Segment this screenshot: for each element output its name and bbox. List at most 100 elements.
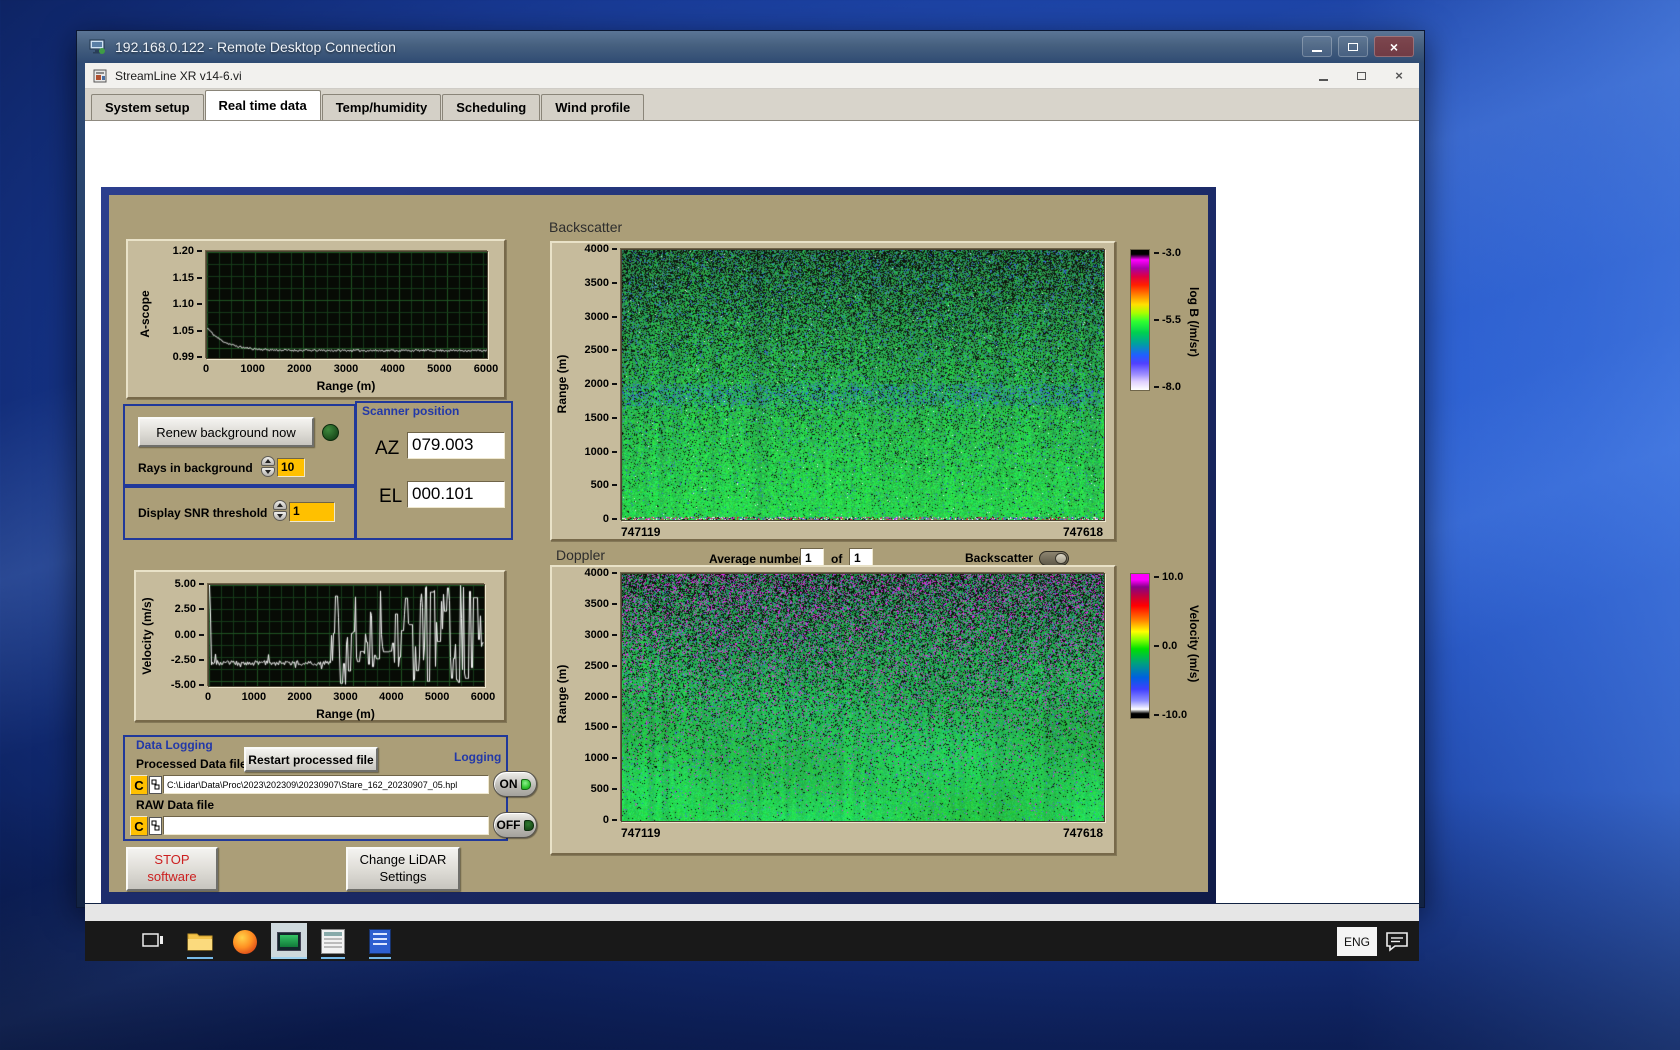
raw-data-file-label: RAW Data file <box>136 798 215 812</box>
snr-value-field[interactable]: 1 <box>289 502 335 522</box>
app-icon <box>93 69 107 82</box>
velocity-plot-canvas <box>209 585 484 686</box>
processed-data-file-label: Processed Data file <box>136 757 247 771</box>
ascope-xticks: 0 1000 2000 3000 4000 5000 6000 <box>202 363 499 375</box>
spinner-up-icon <box>277 503 283 507</box>
file-explorer-open-indicator <box>187 957 213 959</box>
app-titlebar[interactable]: StreamLine XR v14-6.vi × <box>85 63 1419 89</box>
backscatter-toggle-label: Backscatter <box>965 551 1034 565</box>
rays-spinner[interactable] <box>261 456 275 478</box>
ascope-plot-canvas <box>207 252 487 358</box>
backscatter-colorbar <box>1130 249 1150 391</box>
change-line2: Settings <box>379 869 427 884</box>
el-value-field: 000.101 <box>407 481 505 508</box>
raw-browse-icon[interactable] <box>149 817 162 835</box>
blue-app-icon[interactable] <box>369 929 391 954</box>
rdp-close-button[interactable]: × <box>1374 36 1414 57</box>
firefox-icon[interactable] <box>233 930 257 954</box>
taskbar: ENG <box>85 921 1419 961</box>
velocity-ylabel: Velocity (m/s) <box>140 597 154 675</box>
raw-path-field[interactable] <box>163 816 489 835</box>
app-close-button[interactable]: × <box>1385 66 1413 85</box>
off-label: OFF <box>496 818 521 832</box>
backscatter-plot <box>621 249 1105 521</box>
az-label: AZ <box>375 438 400 459</box>
renew-background-button[interactable]: Renew background now <box>138 417 314 447</box>
backscatter-colorbar-ticks: -3.0 -5.5 -8.0 <box>1154 247 1190 393</box>
backscatter-colorbar-label: log B (/m/sr) <box>1187 287 1201 358</box>
backscatter-xmax-label: 747618 <box>1062 525 1103 539</box>
snr-spinner[interactable] <box>273 500 287 522</box>
rays-in-background-label: Rays in background <box>138 461 253 475</box>
backscatter-plot-canvas <box>622 250 1104 520</box>
toggle-knob <box>1055 553 1067 564</box>
scan-scheduler-open-indicator <box>321 957 345 959</box>
scan-scheduler-icon[interactable] <box>321 929 345 954</box>
tab-bar: System setup Real time data Temp/humidit… <box>85 89 1419 121</box>
change-line1: Change LiDAR <box>359 852 447 868</box>
scanner-position-box <box>355 401 513 540</box>
doppler-xmin-label: 747119 <box>621 826 661 840</box>
active-app-taskbar-button[interactable] <box>271 923 307 959</box>
blue-app-open-indicator <box>369 957 391 959</box>
on-label: ON <box>499 777 518 791</box>
backscatter-yticks: 4000 3500 3000 2500 2000 1500 1000 500 0 <box>571 243 617 525</box>
el-label: EL <box>379 486 403 507</box>
change-lidar-settings-button[interactable]: Change LiDAR Settings <box>346 847 460 891</box>
doppler-title: Doppler <box>556 547 606 563</box>
desktop: 192.168.0.122 - Remote Desktop Connectio… <box>0 0 1680 1050</box>
stop-line2: software <box>147 869 197 884</box>
scanner-position-title: Scanner position <box>362 404 460 418</box>
of-label: of <box>831 552 843 566</box>
streamline-app-icon <box>277 931 301 951</box>
tab-real-time-data[interactable]: Real time data <box>204 90 321 120</box>
logging-label: Logging <box>454 750 502 764</box>
main-panel: A-scope 1.20 1.15 1.10 1.05 0.99 0 1000 2000 30… <box>109 195 1208 892</box>
ascope-xlabel: Range (m) <box>316 379 376 393</box>
raw-drive-selector[interactable]: C <box>130 816 148 836</box>
rdp-minimize-button[interactable] <box>1302 36 1332 57</box>
rdp-titlebar[interactable]: 192.168.0.122 - Remote Desktop Connectio… <box>77 31 1424 63</box>
doppler-yticks: 4000 3500 3000 2500 2000 1500 1000 500 0 <box>571 567 617 826</box>
active-app-open-indicator <box>271 957 307 959</box>
processed-drive-selector[interactable]: C <box>130 775 148 795</box>
main-panel-frame: A-scope 1.20 1.15 1.10 1.05 0.99 0 1000 2000 30… <box>101 187 1216 904</box>
task-view-icon[interactable] <box>141 931 165 957</box>
app-maximize-button[interactable] <box>1347 66 1375 85</box>
raw-logging-toggle[interactable]: OFF <box>493 812 537 838</box>
tab-temp-humidity[interactable]: Temp/humidity <box>321 94 442 120</box>
processed-browse-icon[interactable] <box>149 776 162 794</box>
velocity-xticks: 0 1000 2000 3000 4000 5000 6000 <box>204 691 496 703</box>
rdp-maximize-button[interactable] <box>1338 36 1368 57</box>
processed-path-field[interactable]: C:\Lidar\Data\Proc\2023\202309\20230907\… <box>163 775 489 794</box>
app-minimize-button[interactable] <box>1309 66 1337 85</box>
doppler-colorbar <box>1130 573 1150 719</box>
backscatter-title: Backscatter <box>549 219 623 235</box>
snr-threshold-label: Display SNR threshold <box>138 506 268 520</box>
tab-scheduling[interactable]: Scheduling <box>442 94 541 120</box>
tab-system-setup[interactable]: System setup <box>91 94 204 120</box>
doppler-plot-canvas <box>622 574 1104 821</box>
rdp-window-title: 192.168.0.122 - Remote Desktop Connectio… <box>115 39 396 55</box>
rays-value-field[interactable]: 10 <box>277 458 305 477</box>
renew-background-led <box>322 424 339 441</box>
velocity-xlabel: Range (m) <box>316 707 375 721</box>
action-center-icon[interactable] <box>1385 931 1409 957</box>
backscatter-toggle[interactable] <box>1039 551 1069 566</box>
velocity-plot <box>208 584 485 687</box>
processed-logging-toggle[interactable]: ON <box>493 771 537 797</box>
ascope-yticks: 1.20 1.15 1.10 1.05 0.99 <box>160 245 202 363</box>
average-number-label: Average number <box>709 552 804 566</box>
ascope-plot <box>206 251 488 359</box>
stop-software-button[interactable]: STOP software <box>126 847 218 891</box>
file-explorer-icon[interactable] <box>187 931 213 957</box>
language-indicator[interactable]: ENG <box>1337 927 1377 956</box>
data-logging-title: Data Logging <box>136 738 213 752</box>
tab-wind-profile[interactable]: Wind profile <box>541 94 645 120</box>
backscatter-xmin-label: 747119 <box>621 525 661 539</box>
restart-processed-file-button[interactable]: Restart processed file <box>244 747 378 772</box>
logging-off-led <box>523 819 534 831</box>
status-strip <box>85 904 1419 921</box>
az-value-field: 079.003 <box>407 432 505 459</box>
ascope-ylabel: A-scope <box>138 290 152 338</box>
